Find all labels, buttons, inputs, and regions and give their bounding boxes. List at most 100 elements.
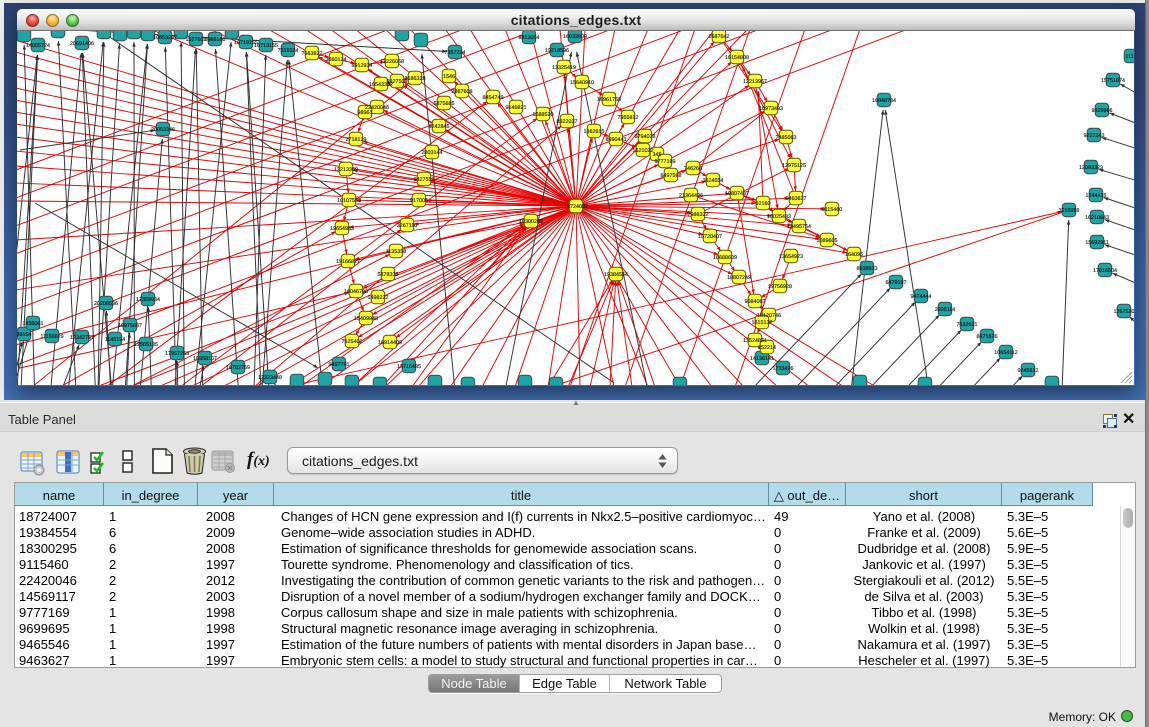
svg-text:8912934: 8912934 xyxy=(352,63,373,69)
svg-text:8471676: 8471676 xyxy=(977,334,998,340)
svg-text:2718129: 2718129 xyxy=(346,137,367,143)
svg-text:10688609: 10688609 xyxy=(713,255,737,261)
svg-text:13325419: 13325419 xyxy=(552,65,576,71)
svg-text:8813054: 8813054 xyxy=(519,35,540,41)
svg-text:6794028: 6794028 xyxy=(635,134,656,140)
svg-text:1733426: 1733426 xyxy=(773,366,794,372)
svg-text:16120746: 16120746 xyxy=(757,313,781,319)
svg-text:10653287: 10653287 xyxy=(153,35,177,41)
svg-text:15692911: 15692911 xyxy=(1085,240,1109,246)
svg-text:13226058: 13226058 xyxy=(380,59,404,65)
svg-text:7357224: 7357224 xyxy=(445,50,466,56)
svg-text:98961: 98961 xyxy=(358,110,373,116)
svg-text:9427552: 9427552 xyxy=(414,177,435,183)
svg-text:18807249: 18807249 xyxy=(727,275,751,281)
svg-text:17957253: 17957253 xyxy=(165,351,189,357)
svg-text:1267530: 1267530 xyxy=(1114,309,1135,315)
svg-text:9227343: 9227343 xyxy=(1084,133,1105,139)
svg-text:2687642: 2687642 xyxy=(709,34,730,40)
svg-text:14136141: 14136141 xyxy=(750,356,774,362)
svg-text:7955812: 7955812 xyxy=(618,115,639,121)
svg-text:8454749: 8454749 xyxy=(483,95,504,101)
svg-text:19654983: 19654983 xyxy=(330,226,354,232)
svg-text:9457791: 9457791 xyxy=(329,362,350,368)
svg-text:18724007: 18724007 xyxy=(564,204,588,210)
svg-text:15720407: 15720407 xyxy=(698,234,722,240)
svg-text:1615132: 1615132 xyxy=(752,320,773,326)
svg-text:2867608: 2867608 xyxy=(452,89,473,95)
svg-text:7663822: 7663822 xyxy=(302,51,323,57)
svg-text:746266: 746266 xyxy=(684,166,702,172)
svg-text:1435061: 1435061 xyxy=(23,321,44,327)
svg-text:1362615: 1362615 xyxy=(584,129,605,135)
svg-text:3215958: 3215958 xyxy=(1059,208,1080,214)
svg-text:12213967: 12213967 xyxy=(743,79,767,85)
svg-text:9242845: 9242845 xyxy=(429,124,450,130)
svg-text:1135358: 1135358 xyxy=(386,249,407,255)
svg-text:12323448: 12323448 xyxy=(258,375,282,381)
svg-text:12975125: 12975125 xyxy=(782,163,806,169)
svg-text:16914409: 16914409 xyxy=(378,340,402,346)
svg-text:16033809: 16033809 xyxy=(563,34,587,40)
svg-text:12342757: 12342757 xyxy=(70,335,94,341)
svg-text:1588520: 1588520 xyxy=(533,112,554,118)
svg-text:16848784: 16848784 xyxy=(872,98,896,104)
svg-text:3660124: 3660124 xyxy=(326,57,347,63)
svg-text:8186328: 8186328 xyxy=(405,76,426,82)
svg-text:13654923: 13654923 xyxy=(779,254,803,260)
svg-text:10973493: 10973493 xyxy=(759,106,783,112)
svg-text:7485063: 7485063 xyxy=(776,135,797,141)
svg-text:6479197: 6479197 xyxy=(886,280,907,286)
svg-text:6966160: 6966160 xyxy=(205,37,226,43)
svg-text:10958107: 10958107 xyxy=(193,356,217,362)
svg-text:16782759: 16782759 xyxy=(226,365,250,371)
svg-text:6497568: 6497568 xyxy=(661,173,682,179)
svg-text:917006: 917006 xyxy=(410,198,428,204)
svg-text:20053346: 20053346 xyxy=(151,127,175,133)
svg-text:9146821: 9146821 xyxy=(506,105,527,111)
svg-text:16046788: 16046788 xyxy=(344,289,368,295)
svg-text:1546: 1546 xyxy=(443,74,455,80)
svg-text:1145194: 1145194 xyxy=(105,337,126,343)
svg-text:15640910: 15640910 xyxy=(570,80,594,86)
svg-text:1527602: 1527602 xyxy=(186,37,207,43)
svg-text:21364436: 21364436 xyxy=(679,193,703,199)
svg-text:19166827: 19166827 xyxy=(336,259,360,265)
svg-text:19384554: 19384554 xyxy=(604,272,628,278)
svg-text:164095: 164095 xyxy=(845,252,863,258)
svg-text:9463627: 9463627 xyxy=(786,196,807,202)
svg-text:9084067: 9084067 xyxy=(745,299,766,305)
svg-text:13524851: 13524851 xyxy=(743,338,767,344)
svg-text:9474444: 9474444 xyxy=(911,294,932,300)
svg-text:12213369: 12213369 xyxy=(334,167,358,173)
svg-text:345: 345 xyxy=(653,152,662,158)
svg-text:1621022: 1621022 xyxy=(633,148,654,154)
svg-text:1244415: 1244415 xyxy=(1086,193,1107,199)
svg-text:3624554: 3624554 xyxy=(703,178,724,184)
svg-text:1089605: 1089605 xyxy=(817,238,838,244)
svg-text:7632621: 7632621 xyxy=(957,322,978,328)
svg-text:12505135: 12505135 xyxy=(134,342,158,348)
svg-text:17359934: 17359934 xyxy=(136,297,160,303)
svg-text:8938923: 8938923 xyxy=(857,266,878,272)
svg-text:12093323: 12093323 xyxy=(1079,165,1103,171)
svg-text:16713155: 16713155 xyxy=(254,43,278,49)
svg-text:2935114: 2935114 xyxy=(935,307,956,313)
svg-text:9777169: 9777169 xyxy=(655,159,676,165)
svg-text:16543362: 16543362 xyxy=(369,82,393,88)
svg-text:10107553: 10107553 xyxy=(337,198,361,204)
svg-text:9329966: 9329966 xyxy=(1092,108,1113,114)
svg-text:16154808: 16154808 xyxy=(725,55,749,61)
svg-text:62160: 62160 xyxy=(756,201,771,207)
svg-text:3267110: 3267110 xyxy=(397,223,418,229)
svg-text:13716485: 13716485 xyxy=(397,364,421,370)
svg-text:8322037: 8322037 xyxy=(557,119,578,125)
svg-text:15751074: 15751074 xyxy=(1101,78,1125,84)
svg-text:11156829: 11156829 xyxy=(40,334,63,340)
svg-text:18300203: 18300203 xyxy=(519,219,543,225)
svg-text:20206536: 20206536 xyxy=(94,301,118,307)
svg-text:39154: 39154 xyxy=(17,332,32,338)
svg-text:17016504: 17016504 xyxy=(1093,268,1117,274)
svg-text:5878335: 5878335 xyxy=(378,272,399,278)
svg-text:16961758: 16961758 xyxy=(597,97,621,103)
